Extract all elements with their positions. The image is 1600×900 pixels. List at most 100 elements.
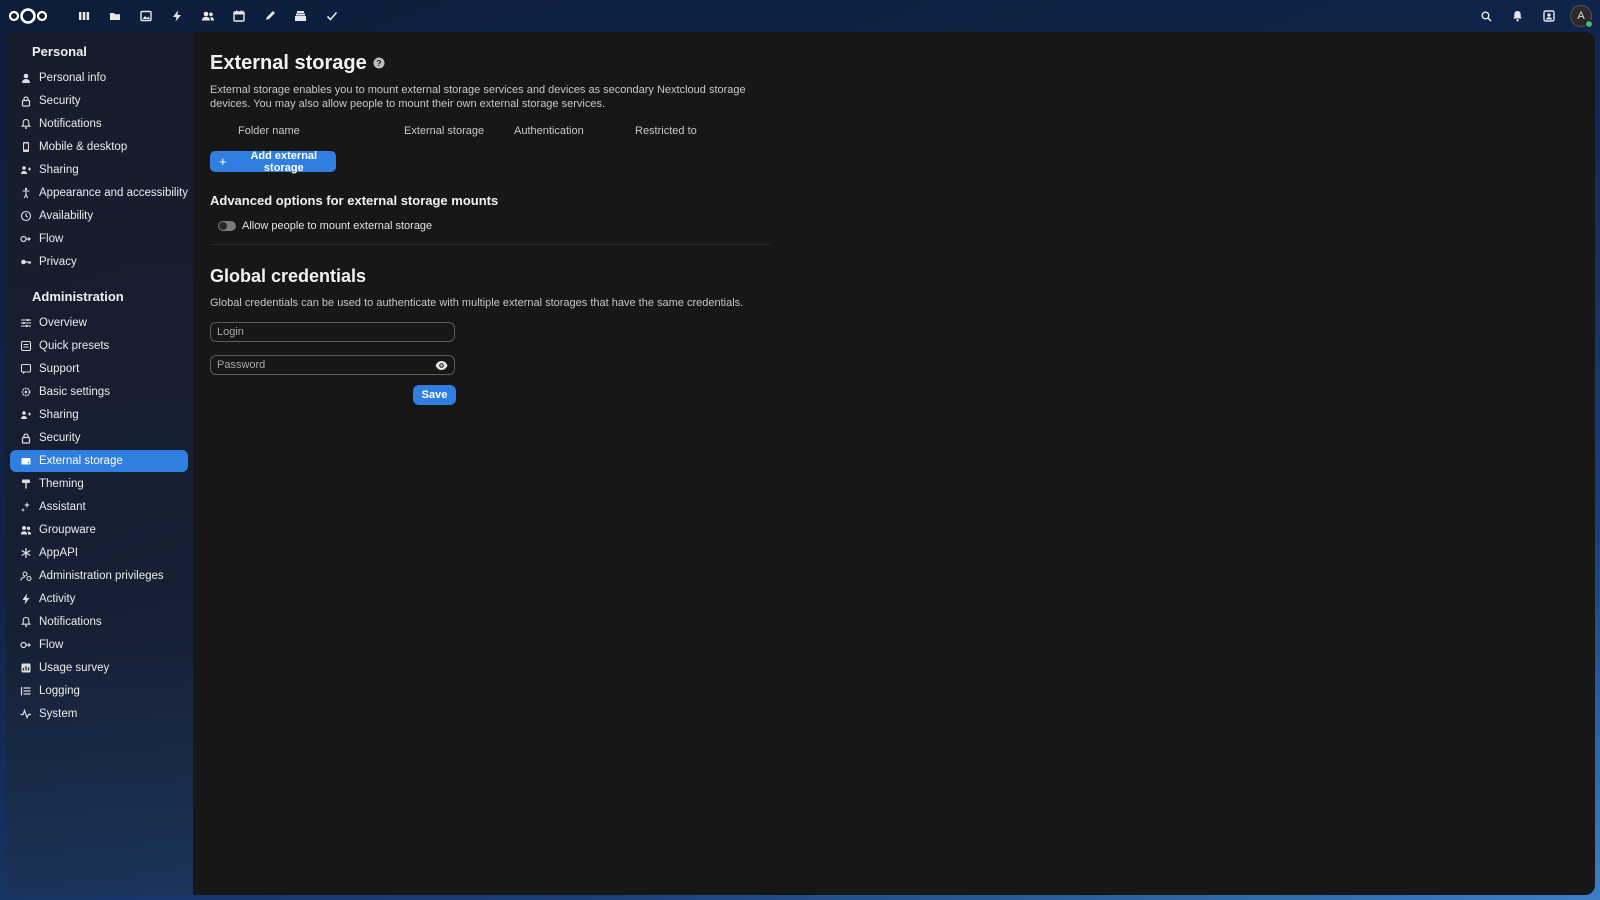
- sidebar-item-admin-sharing[interactable]: Sharing: [10, 404, 188, 426]
- sidebar-item-label: Quick presets: [39, 340, 110, 352]
- nextcloud-logo[interactable]: [8, 7, 48, 25]
- sidebar-item-label: Sharing: [39, 164, 79, 176]
- bell-icon: [19, 117, 33, 131]
- deck-icon[interactable]: [285, 6, 316, 26]
- sidebar-item-admin-overview[interactable]: Overview: [10, 312, 188, 334]
- allow-mount-label[interactable]: Allow people to mount external storage: [242, 220, 432, 232]
- sidebar-item-label: External storage: [39, 455, 123, 467]
- sidebar-item-personal-security[interactable]: Security: [10, 90, 188, 112]
- external-storage-icon: [19, 454, 33, 468]
- sidebar-item-admin-security[interactable]: Security: [10, 427, 188, 449]
- sidebar-item-personal-sharing[interactable]: Sharing: [10, 159, 188, 181]
- column-external-storage: External storage: [404, 125, 485, 137]
- sidebar-item-admin-assistant[interactable]: Assistant: [10, 496, 188, 518]
- key-icon: [19, 255, 33, 269]
- sidebar-item-admin-usage-survey[interactable]: Usage survey: [10, 657, 188, 679]
- allow-mount-row: Allow people to mount external storage: [210, 220, 1595, 232]
- password-input[interactable]: [217, 359, 427, 371]
- gear-icon: [19, 385, 33, 399]
- global-credentials-description: Global credentials can be used to authen…: [210, 297, 744, 309]
- sidebar-item-admin-appapi[interactable]: AppAPI: [10, 542, 188, 564]
- sidebar-item-label: Appearance and accessibility: [39, 187, 188, 199]
- sidebar-item-admin-external-storage[interactable]: External storage: [10, 450, 188, 472]
- sidebar-item-admin-theming[interactable]: Theming: [10, 473, 188, 495]
- add-external-storage-button[interactable]: + Add external storage: [210, 149, 336, 174]
- sidebar-item-label: Flow: [39, 639, 64, 651]
- tasks-icon[interactable]: [316, 6, 347, 26]
- sidebar-item-admin-support[interactable]: Support: [10, 358, 188, 380]
- settings-sidebar: Personal Personal info Security Notificati…: [5, 32, 193, 895]
- sidebar-item-label: Notifications: [39, 616, 102, 628]
- add-external-storage-label: Add external storage: [250, 149, 318, 174]
- sidebar-item-admin-notifications[interactable]: Notifications: [10, 611, 188, 633]
- section-divider: [210, 244, 770, 245]
- sidebar-item-label: Support: [39, 363, 80, 375]
- sidebar-item-admin-flow[interactable]: Flow: [10, 634, 188, 656]
- calendar-icon[interactable]: [223, 6, 254, 26]
- sidebar-item-personal-availability[interactable]: Availability: [10, 205, 188, 227]
- sidebar-item-label: Basic settings: [39, 386, 110, 398]
- eye-icon[interactable]: [435, 360, 448, 371]
- app-frame: Personal Personal info Security Notificati…: [5, 32, 1595, 895]
- notifications-icon[interactable]: [1502, 4, 1533, 28]
- search-icon[interactable]: [1471, 4, 1502, 28]
- bolt-icon: [19, 592, 33, 606]
- photos-icon[interactable]: [130, 6, 161, 26]
- sidebar-item-admin-quick-presets[interactable]: Quick presets: [10, 335, 188, 357]
- dashboard-icon[interactable]: [68, 6, 99, 26]
- sidebar-item-label: Notifications: [39, 118, 102, 130]
- lock-icon: [19, 94, 33, 108]
- sidebar-item-admin-activity[interactable]: Activity: [10, 588, 188, 610]
- sidebar-item-admin-logging[interactable]: Logging: [10, 680, 188, 702]
- sidebar-item-label: Administration privileges: [39, 570, 164, 582]
- login-input[interactable]: [217, 326, 427, 338]
- avatar-initial: A: [1577, 10, 1585, 22]
- avatar[interactable]: A: [1570, 5, 1593, 28]
- sidebar-item-label: Flow: [39, 233, 64, 245]
- login-field[interactable]: [210, 322, 455, 342]
- administration-section-title: Administration: [32, 289, 124, 304]
- column-folder-name: Folder name: [238, 125, 300, 137]
- column-restricted-to: Restricted to: [635, 125, 697, 137]
- sidebar-item-admin-system[interactable]: System: [10, 703, 188, 725]
- sidebar-item-personal-notifications[interactable]: Notifications: [10, 113, 188, 135]
- sidebar-item-label: Usage survey: [39, 662, 110, 674]
- sidebar-item-admin-basic-settings[interactable]: Basic settings: [10, 381, 188, 403]
- status-indicator: [1585, 20, 1593, 28]
- password-field[interactable]: [210, 355, 455, 375]
- brush-icon: [19, 477, 33, 491]
- sliders-icon: [19, 316, 33, 330]
- notes-icon[interactable]: [254, 6, 285, 26]
- share-icon: [19, 163, 33, 177]
- sidebar-item-label: Availability: [39, 210, 94, 222]
- sidebar-item-personal-appearance-and-accessibility[interactable]: Appearance and accessibility: [10, 182, 188, 204]
- flow-icon: [19, 232, 33, 246]
- sidebar-item-admin-administration-privileges[interactable]: Administration privileges: [10, 565, 188, 587]
- accessibility-icon: [19, 186, 33, 200]
- sidebar-item-label: Security: [39, 95, 81, 107]
- help-icon[interactable]: ?: [373, 57, 385, 69]
- personal-nav-list: Personal info Security Notifications Mobile…: [5, 67, 193, 273]
- sidebar-item-personal-privacy[interactable]: Privacy: [10, 251, 188, 273]
- title-row: External storage ?: [210, 52, 1595, 74]
- list-icon: [19, 684, 33, 698]
- sidebar-item-personal-mobile-desktop[interactable]: Mobile & desktop: [10, 136, 188, 158]
- group-icon: [19, 523, 33, 537]
- contacts-icon[interactable]: [192, 6, 223, 26]
- activity-icon[interactable]: [161, 6, 192, 26]
- sidebar-item-label: Logging: [39, 685, 80, 697]
- files-icon[interactable]: [99, 6, 130, 26]
- sidebar-item-label: Theming: [39, 478, 84, 490]
- app-menu: [68, 6, 347, 26]
- contacts-menu-icon[interactable]: [1533, 4, 1564, 28]
- allow-mount-toggle[interactable]: [218, 221, 236, 231]
- save-button[interactable]: Save: [413, 385, 456, 405]
- sidebar-item-label: Activity: [39, 593, 76, 605]
- bell-icon: [19, 615, 33, 629]
- sidebar-item-personal-flow[interactable]: Flow: [10, 228, 188, 250]
- sidebar-item-personal-personal-info[interactable]: Personal info: [10, 67, 188, 89]
- sidebar-item-label: Privacy: [39, 256, 77, 268]
- sidebar-item-admin-groupware[interactable]: Groupware: [10, 519, 188, 541]
- pulse-icon: [19, 707, 33, 721]
- admin-nav-list: Overview Quick presets Support Basic settin…: [5, 312, 193, 725]
